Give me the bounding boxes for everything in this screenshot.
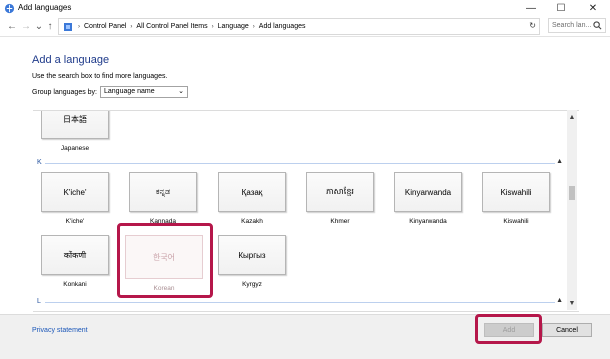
breadcrumb[interactable]: › Control Panel › All Control Panel Item… <box>58 18 540 35</box>
language-tile-native: ಕನ್ನಡ <box>129 172 197 212</box>
control-panel-icon <box>64 22 72 31</box>
language-list: 日本語 Japanese K ▲ K'iche' K'iche' ಕನ್ನಡ K… <box>33 110 579 312</box>
breadcrumb-separator: › <box>252 23 255 30</box>
maximize-icon: ☐ <box>556 2 566 14</box>
language-tile-native: Кыргыз <box>218 235 286 275</box>
address-bar: ← → ⌄ ↑ › Control Panel › All Control Pa… <box>0 16 610 37</box>
section-header-k[interactable]: K ▲ <box>37 158 563 167</box>
language-tile-native: Қазақ <box>218 172 286 212</box>
minimize-button[interactable]: — <box>518 0 544 16</box>
add-button-highlight <box>475 314 542 344</box>
language-tile-native: Kinyarwanda <box>394 172 462 212</box>
collapse-caret-icon[interactable]: ▲ <box>556 297 563 304</box>
language-tile-name: Kiswahili <box>503 218 529 225</box>
breadcrumb-separator: › <box>78 23 80 30</box>
chevron-down-icon: ⌄ <box>34 20 44 32</box>
privacy-statement-link[interactable]: Privacy statement <box>32 327 88 334</box>
language-tile-native: K'iche' <box>41 172 109 212</box>
language-tile-native: कोंकणी <box>41 235 109 275</box>
language-app-icon <box>4 3 15 14</box>
breadcrumb-all-items[interactable]: All Control Panel Items <box>136 23 207 30</box>
group-by-value: Language name <box>104 88 155 95</box>
title-bar: Add languages — ☐ ✕ <box>0 0 610 16</box>
section-divider <box>45 302 555 303</box>
close-button[interactable]: ✕ <box>580 0 606 16</box>
scrollbar-thumb[interactable] <box>569 186 575 200</box>
section-header-l[interactable]: L ▲ <box>37 297 563 306</box>
maximize-button[interactable]: ☐ <box>548 0 574 16</box>
forward-arrow-icon: → <box>21 20 31 32</box>
back-button[interactable]: ← <box>6 19 18 33</box>
group-by-row: Group languages by: Language name ⌄ <box>32 86 188 98</box>
section-letter: K <box>37 159 42 166</box>
breadcrumb-control-panel[interactable]: Control Panel <box>84 23 126 30</box>
window-title: Add languages <box>18 3 72 12</box>
breadcrumb-add-languages[interactable]: Add languages <box>259 23 306 30</box>
minimize-icon: — <box>526 2 536 14</box>
breadcrumb-separator: › <box>130 23 133 30</box>
language-tile-name: Kinyarwanda <box>409 218 447 225</box>
group-by-label: Group languages by: <box>32 88 97 96</box>
scroll-up-icon[interactable]: ▲ <box>567 112 577 122</box>
collapse-caret-icon[interactable]: ▲ <box>556 158 563 165</box>
search-hint: Use the search box to find more language… <box>32 73 168 80</box>
cancel-button[interactable]: Cancel <box>542 323 592 337</box>
search-icon <box>593 21 602 30</box>
language-tile-name: Kazakh <box>241 218 263 225</box>
forward-button[interactable]: → <box>20 19 32 33</box>
language-tile-native: Kiswahili <box>482 172 550 212</box>
close-icon: ✕ <box>588 2 598 14</box>
list-scrollbar[interactable]: ▲ ▼ <box>567 110 577 310</box>
breadcrumb-separator: › <box>211 23 214 30</box>
up-arrow-icon: ↑ <box>47 20 53 32</box>
refresh-icon[interactable]: ↻ <box>529 21 536 30</box>
section-letter: L <box>37 298 41 305</box>
search-placeholder: Search lan... <box>552 22 592 29</box>
search-input[interactable]: Search lan... <box>548 18 606 33</box>
language-tile-name: Khmer <box>330 218 350 225</box>
breadcrumb-language[interactable]: Language <box>218 23 249 30</box>
group-by-select[interactable]: Language name ⌄ <box>100 86 188 98</box>
language-tile-native: ភាសាខ្មែរ <box>306 172 374 212</box>
back-arrow-icon: ← <box>7 20 17 32</box>
language-tile-name: Kyrgyz <box>242 281 262 288</box>
language-tile-name: Japanese <box>60 145 90 152</box>
up-button[interactable]: ↑ <box>44 19 56 33</box>
language-tile-name: K'iche' <box>65 218 85 225</box>
scroll-down-icon[interactable]: ▼ <box>567 298 577 308</box>
language-tile-name: Konkani <box>63 281 87 288</box>
korean-tile-highlight <box>117 223 213 298</box>
language-tile-native: 日本語 <box>41 111 109 139</box>
page-title: Add a language <box>32 54 110 66</box>
chevron-down-icon: ⌄ <box>178 88 184 95</box>
section-divider <box>45 163 555 164</box>
